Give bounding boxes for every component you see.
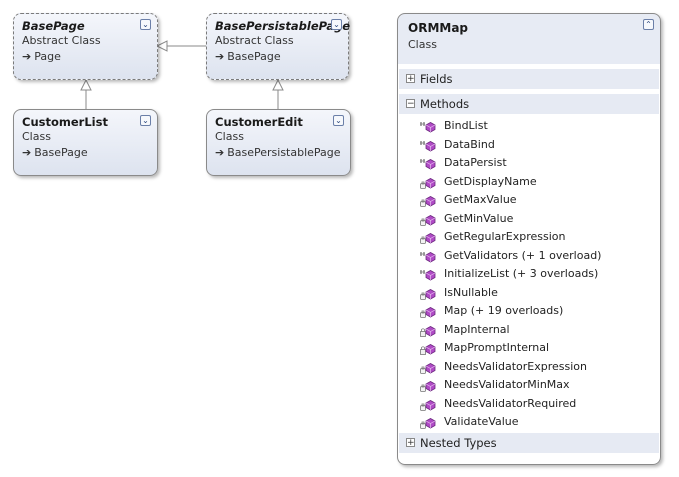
method-item[interactable]: DataPersist <box>420 155 656 173</box>
method-icon <box>420 120 436 134</box>
class-shape-basepersistablepage[interactable]: BasePersistablePage ⌄ Abstract Class ➔ Ba… <box>206 13 351 80</box>
method-icon <box>420 157 436 171</box>
double-chevron-icon[interactable]: ⌄ <box>331 19 342 30</box>
method-icon <box>420 398 436 412</box>
base-type: ➔ BasePage <box>215 50 281 63</box>
class-shape-basepage[interactable]: BasePage ⌄ Abstract Class ➔ Page <box>13 13 158 80</box>
method-item[interactable]: MapInternal <box>420 322 656 340</box>
method-icon <box>420 194 436 208</box>
method-name: DataBind <box>444 137 495 151</box>
class-shape-customeredit[interactable]: CustomerEdit ⌄ Class ➔ BasePersistablePag… <box>206 109 351 176</box>
class-kind: Class <box>215 130 244 143</box>
method-item[interactable]: ValidateValue <box>420 414 656 432</box>
method-name: MapPromptInternal <box>444 341 550 354</box>
section-label: Methods <box>420 97 470 111</box>
base-type: ➔ BasePage <box>22 146 88 159</box>
inheritance-arrowhead <box>272 78 284 91</box>
section-label: Nested Types <box>420 436 497 450</box>
inherits-arrow-icon: ➔ <box>215 146 225 159</box>
plus-box-icon[interactable]: + <box>406 74 415 84</box>
method-name: NeedsValidatorExpression <box>444 359 587 373</box>
double-chevron-icon[interactable]: ⌄ <box>140 115 151 126</box>
method-icon <box>420 176 436 190</box>
class-kind: Class <box>408 38 437 51</box>
method-name: DataPersist <box>444 156 507 169</box>
section-fields[interactable]: + Fields <box>399 68 659 89</box>
method-name: InitializeList (+ 3 overloads) <box>444 267 599 280</box>
method-item[interactable]: MapPromptInternal <box>420 340 656 358</box>
method-icon <box>420 361 436 375</box>
method-name: IsNullable <box>444 285 498 299</box>
double-chevron-up-icon[interactable]: ⌃ <box>643 19 654 30</box>
plus-box-icon[interactable]: + <box>406 438 415 448</box>
method-icon <box>420 268 436 282</box>
method-name: GetMaxValue <box>444 193 517 206</box>
method-icon <box>420 305 436 319</box>
base-type: ➔ BasePersistablePage <box>215 146 341 159</box>
method-name: MapInternal <box>444 322 510 336</box>
method-icon <box>420 231 436 245</box>
method-name: Map (+ 19 overloads) <box>444 304 564 317</box>
class-name: BasePage <box>22 19 85 33</box>
class-shape-ormmap[interactable]: ORMMap ⌃ Class + Fields − Methods BindLi… <box>397 13 661 465</box>
class-kind: Class <box>22 130 51 143</box>
base-type-name: Page <box>34 50 61 63</box>
method-name: ValidateValue <box>444 415 519 428</box>
class-kind: Abstract Class <box>22 34 101 47</box>
method-icon <box>420 342 436 356</box>
method-item[interactable]: NeedsValidatorRequired <box>420 396 656 414</box>
class-name: CustomerEdit <box>215 115 303 129</box>
double-chevron-icon[interactable]: ⌄ <box>333 115 344 126</box>
method-item[interactable]: BindList <box>420 118 656 136</box>
method-name: NeedsValidatorMinMax <box>444 378 570 391</box>
section-label: Fields <box>420 72 453 86</box>
method-icon <box>420 287 436 301</box>
inherits-arrow-icon: ➔ <box>22 146 32 159</box>
method-item[interactable]: GetDisplayName <box>420 174 656 192</box>
method-icon <box>420 213 436 227</box>
method-item[interactable]: GetMinValue <box>420 211 656 229</box>
base-type-name: BasePersistablePage <box>227 146 341 159</box>
method-item[interactable]: IsNullable <box>420 285 656 303</box>
method-name: BindList <box>444 119 488 132</box>
section-methods[interactable]: − Methods <box>399 93 659 114</box>
inheritance-arrowhead <box>80 78 92 91</box>
method-name: GetDisplayName <box>444 174 537 188</box>
method-item[interactable]: NeedsValidatorMinMax <box>420 377 656 395</box>
method-item[interactable]: GetMaxValue <box>420 192 656 210</box>
method-item[interactable]: Map (+ 19 overloads) <box>420 303 656 321</box>
method-item[interactable]: InitializeList (+ 3 overloads) <box>420 266 656 284</box>
method-item[interactable]: NeedsValidatorExpression <box>420 359 656 377</box>
method-item[interactable]: GetRegularExpression <box>420 229 656 247</box>
method-icon <box>420 324 436 338</box>
class-name: CustomerList <box>22 115 108 129</box>
class-name: ORMMap <box>408 21 469 35</box>
base-type: ➔ Page <box>22 50 61 63</box>
inherits-arrow-icon: ➔ <box>22 50 32 63</box>
inheritance-arrowhead <box>155 40 168 52</box>
class-kind: Abstract Class <box>215 34 294 47</box>
class-name: BasePersistablePage <box>215 19 351 33</box>
method-name: NeedsValidatorRequired <box>444 396 577 410</box>
method-icon <box>420 250 436 264</box>
method-item[interactable]: GetValidators (+ 1 overload) <box>420 248 656 266</box>
base-type-name: BasePage <box>34 146 88 159</box>
method-icon <box>420 379 436 393</box>
method-icon <box>420 139 436 153</box>
class-shape-customerlist[interactable]: CustomerList ⌄ Class ➔ BasePage <box>13 109 158 176</box>
inherits-arrow-icon: ➔ <box>215 50 225 63</box>
method-item[interactable]: DataBind <box>420 137 656 155</box>
method-name: GetMinValue <box>444 211 514 225</box>
method-name: GetRegularExpression <box>444 230 566 243</box>
section-nested-types[interactable]: + Nested Types <box>399 432 659 453</box>
double-chevron-icon[interactable]: ⌄ <box>140 19 151 30</box>
method-name: GetValidators (+ 1 overload) <box>444 248 602 262</box>
base-type-name: BasePage <box>227 50 281 63</box>
method-icon <box>420 416 436 430</box>
minus-box-icon[interactable]: − <box>406 99 415 109</box>
